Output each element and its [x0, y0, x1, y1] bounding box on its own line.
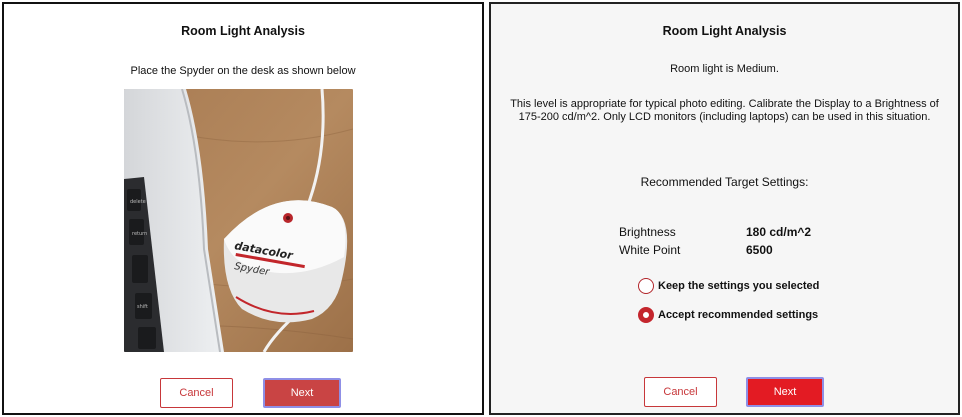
- option-label: Keep the settings you selected: [658, 280, 820, 292]
- keep-settings-option[interactable]: Keep the settings you selected: [638, 278, 819, 294]
- accept-recommended-option[interactable]: Accept recommended settings: [638, 307, 818, 323]
- spyder-placement-photo: delete return shift datacolor Spyder: [124, 89, 353, 352]
- setting-label: Brightness: [619, 225, 676, 239]
- setting-value: 180 cd/m^2: [746, 225, 812, 239]
- setting-label: White Point: [619, 243, 681, 257]
- next-button[interactable]: Next: [263, 378, 341, 408]
- room-light-placement-panel: Room Light Analysis Place the Spyder on …: [2, 2, 484, 415]
- cancel-button[interactable]: Cancel: [160, 378, 233, 408]
- next-button[interactable]: Next: [746, 377, 824, 407]
- setting-value: 6500: [746, 243, 773, 257]
- cancel-button[interactable]: Cancel: [644, 377, 717, 407]
- description-line-1: This level is appropriate for typical ph…: [510, 98, 939, 110]
- placement-instruction: Place the Spyder on the desk as shown be…: [130, 65, 356, 77]
- svg-text:shift: shift: [137, 304, 148, 310]
- svg-text:delete: delete: [130, 199, 146, 205]
- panel-title: Room Light Analysis: [181, 24, 305, 38]
- svg-text:return: return: [132, 231, 147, 237]
- description-line-2: 175-200 cd/m^2. Only LCD monitors (inclu…: [518, 111, 931, 123]
- radio-unselected[interactable]: [638, 278, 654, 294]
- recommended-heading: Recommended Target Settings:: [640, 175, 809, 189]
- white-point-row: White Point 6500: [619, 243, 859, 257]
- room-light-result-panel: Room Light Analysis Room light is Medium…: [489, 2, 960, 415]
- brightness-row: Brightness 180 cd/m^2: [619, 225, 859, 239]
- option-label: Accept recommended settings: [658, 309, 819, 321]
- radio-selected[interactable]: [638, 307, 654, 323]
- room-light-status: Room light is Medium.: [670, 63, 779, 75]
- panel-title: Room Light Analysis: [662, 24, 787, 38]
